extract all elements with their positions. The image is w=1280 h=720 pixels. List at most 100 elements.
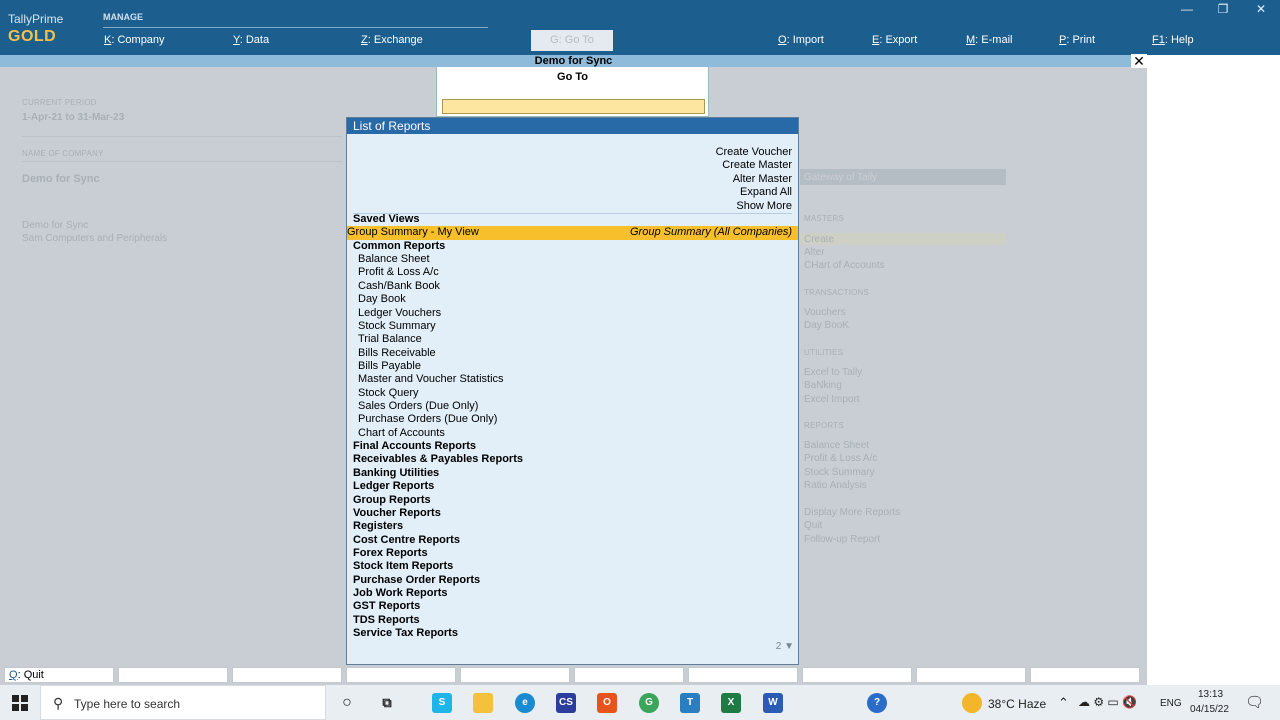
tray-icons[interactable]: ☁ ⚙ ▭ 🔇 bbox=[1078, 695, 1137, 709]
report-group-header[interactable]: Job Work Reports bbox=[347, 587, 798, 600]
menu-export[interactable]: E: Export bbox=[872, 34, 917, 46]
gateway-item[interactable]: Ratio Analysis bbox=[804, 480, 867, 491]
excel-icon[interactable]: X bbox=[721, 693, 741, 713]
report-label: Ledger Reports bbox=[353, 480, 435, 493]
report-item[interactable]: Stock Summary bbox=[347, 320, 798, 333]
menu-import[interactable]: O: Import bbox=[778, 34, 824, 46]
bottom-button[interactable] bbox=[574, 667, 684, 683]
report-item[interactable]: Bills Payable bbox=[347, 360, 798, 373]
report-item[interactable]: Chart of Accounts bbox=[347, 427, 798, 440]
report-group-header[interactable]: Forex Reports bbox=[347, 547, 798, 560]
gateway-item[interactable]: Profit & Loss A/c bbox=[804, 453, 877, 464]
cortana-icon[interactable]: ○ bbox=[337, 693, 357, 713]
weather-icon[interactable] bbox=[962, 693, 982, 713]
gateway-item[interactable]: Follow-up Report bbox=[804, 534, 880, 545]
bottom-button[interactable] bbox=[118, 667, 228, 683]
goto-input[interactable] bbox=[442, 99, 705, 114]
report-group-header[interactable]: Stock Item Reports bbox=[347, 560, 798, 573]
tally-icon[interactable]: T bbox=[680, 693, 700, 713]
gateway-item[interactable]: Balance Sheet bbox=[804, 440, 869, 451]
bottom-button[interactable] bbox=[802, 667, 912, 683]
expand-all-button[interactable]: Expand All bbox=[716, 186, 792, 199]
create-master-button[interactable]: Create Master bbox=[716, 159, 792, 172]
close-icon[interactable]: ✕ bbox=[1131, 54, 1147, 68]
gateway-item[interactable]: BaNking bbox=[804, 380, 842, 391]
clock-time[interactable]: 13:13 bbox=[1198, 689, 1223, 700]
report-item[interactable]: Profit & Loss A/c bbox=[347, 266, 798, 279]
show-more-button[interactable]: Show More bbox=[716, 200, 792, 213]
page-indicator[interactable]: 2 ▼ bbox=[776, 641, 794, 652]
menu-help[interactable]: F1: Help bbox=[1152, 34, 1194, 46]
bottom-button[interactable] bbox=[916, 667, 1026, 683]
office-icon[interactable]: O bbox=[597, 693, 617, 713]
menu-company[interactable]: K: Company bbox=[104, 34, 165, 46]
report-group-header[interactable]: Service Tax Reports bbox=[347, 627, 798, 640]
report-item[interactable]: Master and Voucher Statistics bbox=[347, 373, 798, 386]
chevron-up-icon[interactable]: ⌃ bbox=[1058, 695, 1069, 711]
minimize-icon[interactable]: — bbox=[1179, 2, 1195, 16]
report-group-header[interactable]: Group Reports bbox=[347, 494, 798, 507]
report-item[interactable]: Stock Query bbox=[347, 387, 798, 400]
task-view-icon[interactable]: ⧉ bbox=[377, 693, 397, 713]
report-item[interactable]: Balance Sheet bbox=[347, 253, 798, 266]
edge-icon[interactable]: e bbox=[515, 693, 535, 713]
bottom-button[interactable] bbox=[688, 667, 798, 683]
report-item[interactable]: Trial Balance bbox=[347, 333, 798, 346]
quit-button[interactable]: Q: Quit bbox=[4, 667, 114, 683]
bottom-button[interactable] bbox=[1030, 667, 1140, 683]
report-item[interactable]: Sales Orders (Due Only) bbox=[347, 400, 798, 413]
bottom-button[interactable] bbox=[460, 667, 570, 683]
gateway-item[interactable]: Day BooK bbox=[804, 320, 849, 331]
menu-print[interactable]: P: Print bbox=[1059, 34, 1095, 46]
gateway-item[interactable]: Create bbox=[804, 234, 834, 245]
bottom-button[interactable] bbox=[232, 667, 342, 683]
gateway-item[interactable]: Excel to Tally bbox=[804, 367, 862, 378]
report-group-header[interactable]: Registers bbox=[347, 520, 798, 533]
gateway-item[interactable]: Vouchers bbox=[804, 307, 846, 318]
goto-button[interactable]: G: Go To bbox=[531, 30, 613, 51]
report-item[interactable]: Day Book bbox=[347, 293, 798, 306]
file-explorer-icon[interactable] bbox=[473, 693, 493, 713]
weather-text[interactable]: 38°C Haze bbox=[988, 697, 1046, 711]
report-item[interactable]: Cash/Bank Book bbox=[347, 280, 798, 293]
window-close-icon[interactable]: ✕ bbox=[1253, 2, 1269, 16]
report-item[interactable]: Bills Receivable bbox=[347, 347, 798, 360]
report-group-header[interactable]: Voucher Reports bbox=[347, 507, 798, 520]
menu-data[interactable]: Y: Data bbox=[233, 34, 269, 46]
restore-icon[interactable]: ❐ bbox=[1215, 2, 1231, 16]
report-group-header[interactable]: Purchase Order Reports bbox=[347, 574, 798, 587]
help-icon[interactable]: ? bbox=[867, 693, 887, 713]
notification-icon[interactable]: 🗨 bbox=[1245, 693, 1264, 711]
report-item[interactable]: Group Summary - My View Group Summary (Al… bbox=[347, 226, 798, 240]
report-group-header[interactable]: Cost Centre Reports bbox=[347, 534, 798, 547]
clock-date[interactable]: 04/15/22 bbox=[1190, 704, 1229, 715]
report-group-header[interactable]: Receivables & Payables Reports bbox=[347, 453, 798, 466]
report-group-header[interactable]: Saved Views bbox=[347, 213, 798, 226]
alter-master-button[interactable]: Alter Master bbox=[716, 173, 792, 186]
gateway-item[interactable]: Alter bbox=[804, 247, 825, 258]
chrome-icon[interactable]: G bbox=[639, 693, 659, 713]
report-group-header[interactable]: Banking Utilities bbox=[347, 467, 798, 480]
report-group-header[interactable]: Ledger Reports bbox=[347, 480, 798, 493]
word-icon[interactable]: W bbox=[763, 693, 783, 713]
report-item[interactable]: Ledger Vouchers bbox=[347, 307, 798, 320]
gateway-item[interactable]: Display More Reports bbox=[804, 507, 900, 518]
report-group-header[interactable]: Final Accounts Reports bbox=[347, 440, 798, 453]
gateway-item[interactable]: CHart of Accounts bbox=[804, 260, 885, 271]
language-indicator[interactable]: ENG bbox=[1160, 698, 1182, 709]
report-group-header[interactable]: GST Reports bbox=[347, 600, 798, 613]
gateway-item[interactable]: Quit bbox=[804, 520, 822, 531]
bottom-button[interactable] bbox=[346, 667, 456, 683]
menu-exchange[interactable]: Z: Exchange bbox=[361, 34, 423, 46]
windows-start-icon[interactable] bbox=[12, 695, 28, 711]
menu-email[interactable]: M: E-mail bbox=[966, 34, 1012, 46]
report-group-header[interactable]: TDS Reports bbox=[347, 614, 798, 627]
cs-icon[interactable]: CS bbox=[556, 693, 576, 713]
taskbar-search[interactable]: ⚲ Type here to search bbox=[40, 685, 326, 720]
report-item[interactable]: Purchase Orders (Due Only) bbox=[347, 413, 798, 426]
gateway-item[interactable]: Excel Import bbox=[804, 394, 860, 405]
app-s-icon[interactable]: S bbox=[432, 693, 452, 713]
report-group-header[interactable]: Common Reports bbox=[347, 240, 798, 253]
gateway-item[interactable]: Stock Summary bbox=[804, 467, 875, 478]
create-voucher-button[interactable]: Create Voucher bbox=[716, 146, 792, 159]
